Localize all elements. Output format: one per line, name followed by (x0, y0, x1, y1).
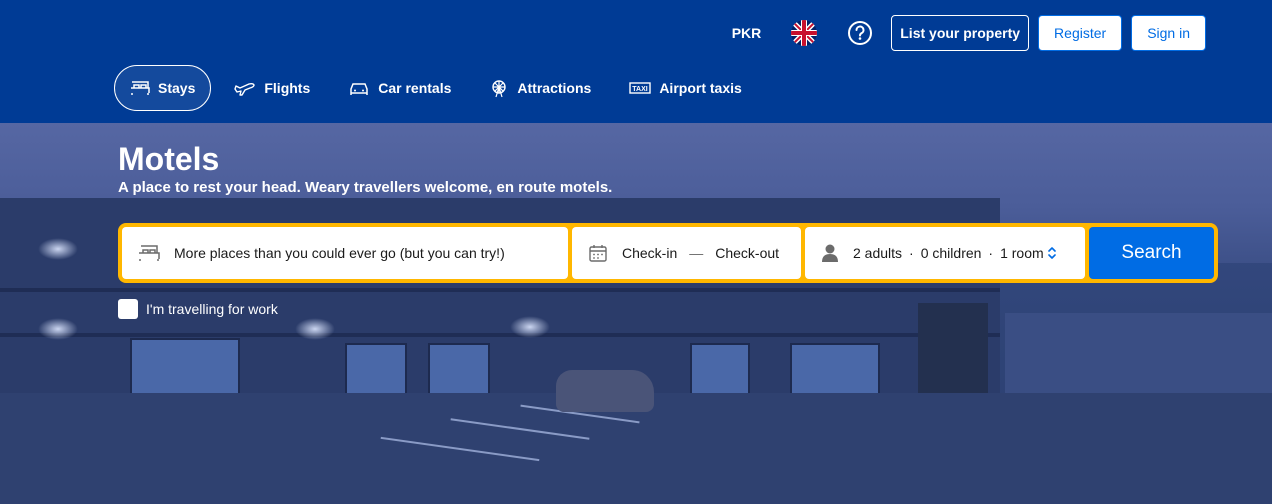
currency-selector[interactable]: PKR (718, 25, 776, 41)
taxi-icon: TAXI (629, 82, 652, 94)
bed-icon (139, 245, 160, 261)
nav-item-label: Airport taxis (659, 80, 742, 96)
balcony-line (0, 333, 1000, 337)
work-travel-label[interactable]: I'm travelling for work (146, 301, 278, 317)
check-in-label: Check-in (622, 245, 678, 261)
children-count: 0 children (920, 245, 982, 261)
nav-item-flights[interactable]: Flights (219, 65, 325, 111)
chevron-up-down-icon (1048, 247, 1056, 259)
calendar-icon (589, 245, 607, 262)
nav-item-attractions[interactable]: Attractions (474, 65, 606, 111)
register-button[interactable]: Register (1038, 15, 1123, 51)
bed-icon (131, 81, 150, 95)
header: PKR List your property Register Sign in (0, 0, 1272, 123)
check-out-label: Check-out (715, 245, 780, 261)
nav-item-stays[interactable]: Stays (114, 65, 212, 111)
plane-icon (234, 82, 256, 96)
nav-item-label: Stays (158, 80, 196, 96)
parked-car (556, 370, 654, 412)
nav-item-label: Car rentals (378, 80, 452, 96)
question-circle-icon[interactable] (847, 20, 873, 46)
date-picker[interactable]: Check-in — Check-out (572, 227, 801, 279)
page-title: Motels (118, 141, 220, 177)
header-actions: PKR List your property Register Sign in (718, 15, 1206, 51)
separator: · (988, 245, 994, 261)
svg-text:TAXI: TAXI (633, 86, 648, 93)
list-property-button[interactable]: List your property (891, 15, 1030, 51)
nav-item-car-rentals[interactable]: Car rentals (333, 65, 466, 111)
hero-banner: Motels A place to rest your head. Weary … (0, 123, 1272, 504)
wall-lamp (38, 238, 78, 260)
sign-in-button[interactable]: Sign in (1131, 15, 1206, 51)
separator: · (909, 245, 914, 261)
destination-input[interactable]: More places than you could ever go (but … (122, 227, 568, 279)
wall-lamp (38, 318, 78, 340)
nav-item-label: Attractions (517, 80, 592, 96)
nav-item-airport-taxis[interactable]: TAXI Airport taxis (614, 65, 756, 111)
product-nav: Stays Flights Car rentals Attractions TA… (114, 65, 765, 111)
work-travel-option: I'm travelling for work (118, 299, 278, 319)
parking-stripe (450, 418, 590, 440)
search-bar: More places than you could ever go (but … (118, 223, 1218, 283)
rooms-count: 1 room (1000, 245, 1044, 261)
ferris-wheel-icon (492, 80, 507, 98)
wall-lamp (510, 316, 550, 338)
person-icon (822, 244, 838, 262)
parking-stripe (380, 436, 540, 462)
car-icon (350, 83, 368, 95)
adults-count: 2 adults (853, 245, 903, 261)
balcony-line (0, 288, 1000, 292)
date-separator: — (689, 245, 704, 261)
wall-lamp (295, 318, 335, 340)
destination-placeholder: More places than you could ever go (but … (174, 245, 505, 261)
search-button[interactable]: Search (1089, 227, 1214, 279)
work-travel-checkbox[interactable] (118, 299, 138, 319)
page-subtitle: A place to rest your head. Weary travell… (118, 179, 613, 196)
nav-item-label: Flights (264, 80, 311, 96)
occupancy-selector[interactable]: 2 adults · 0 children · 1 room (805, 227, 1085, 279)
uk-flag-icon[interactable] (791, 20, 818, 46)
